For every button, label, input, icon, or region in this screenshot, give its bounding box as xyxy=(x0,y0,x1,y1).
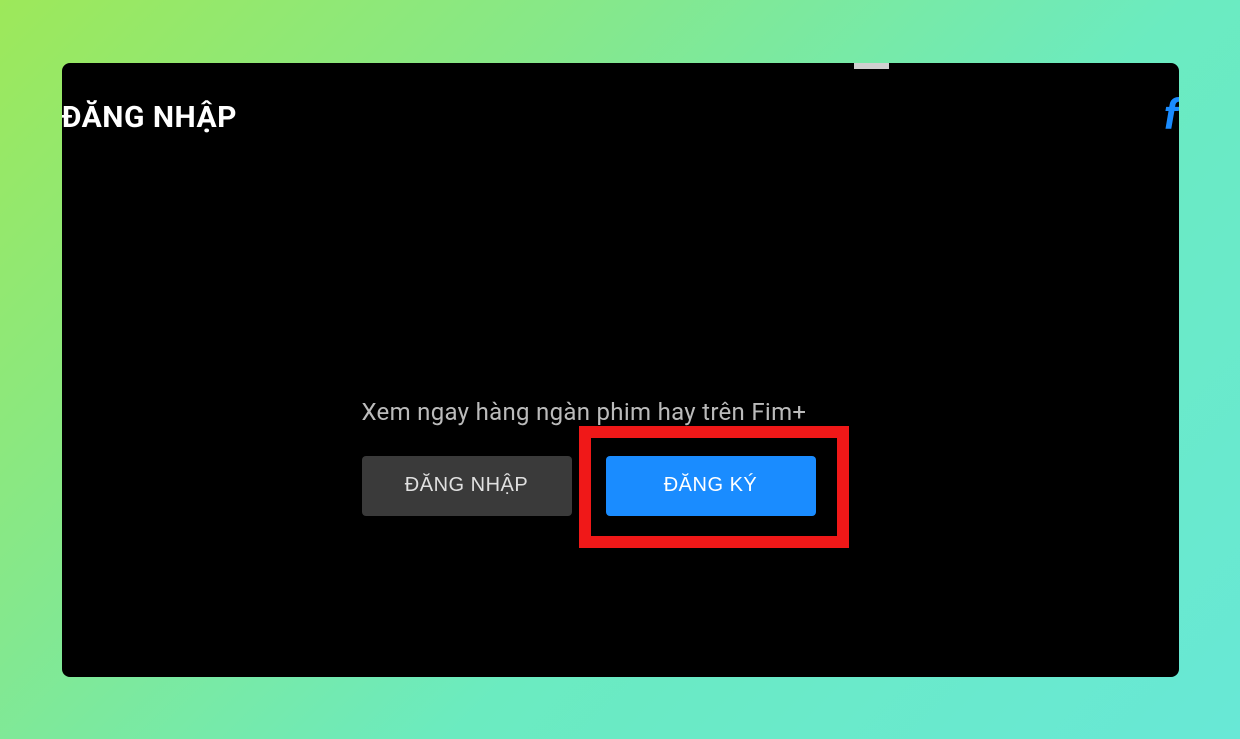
register-button[interactable]: ĐĂNG KÝ xyxy=(606,456,816,516)
top-artifact xyxy=(854,63,889,69)
tagline-text: Xem ngay hàng ngàn phim hay trên Fim+ xyxy=(362,398,922,426)
auth-button-row: ĐĂNG NHẬP ĐĂNG KÝ xyxy=(362,456,922,516)
brand-logo: f xyxy=(1164,91,1179,140)
page-title: ĐĂNG NHẬP xyxy=(62,100,237,135)
auth-content: Xem ngay hàng ngàn phim hay trên Fim+ ĐĂ… xyxy=(362,398,922,516)
login-screen: ĐĂNG NHẬP f Xem ngay hàng ngàn phim hay … xyxy=(62,63,1179,677)
login-button[interactable]: ĐĂNG NHẬP xyxy=(362,456,572,516)
